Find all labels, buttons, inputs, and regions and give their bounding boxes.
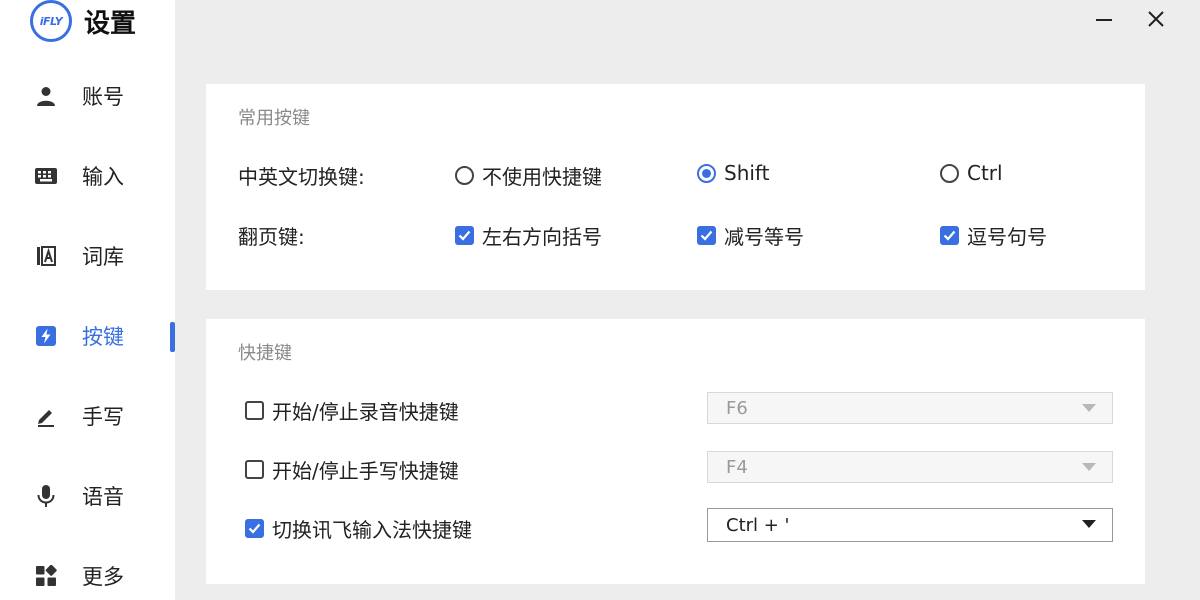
minimize-button[interactable]: [1089, 6, 1119, 36]
checkbox-switch-ime-shortcut[interactable]: 切换讯飞输入法快捷键: [245, 514, 472, 543]
radio-no-shortcut[interactable]: 不使用快捷键: [455, 161, 602, 190]
select-value: F6: [726, 397, 748, 419]
checkbox-box[interactable]: [245, 460, 264, 479]
sidebar-item-label: 词库: [82, 245, 124, 269]
panel-title: 常用按键: [238, 108, 310, 129]
record-shortcut-select[interactable]: F6: [707, 392, 1113, 424]
grid-icon: [34, 564, 58, 588]
option-label: Shift: [724, 161, 770, 185]
sidebar-item-account[interactable]: 账号: [0, 66, 175, 126]
sidebar-item-more[interactable]: 更多: [0, 546, 175, 600]
radio-circle[interactable]: [940, 163, 959, 183]
radio-circle[interactable]: [455, 166, 474, 185]
app-header: iFLY 设置: [30, 0, 136, 42]
sidebar-item-label: 账号: [82, 85, 124, 109]
sidebar-item-input[interactable]: 输入: [0, 146, 175, 206]
sidebar: iFLY 设置 账号 输入 词库 按键 手写 语音 更多: [0, 0, 175, 600]
select-value: Ctrl + ': [726, 514, 790, 536]
chevron-down-icon: [1082, 463, 1096, 471]
option-label: 逗号句号: [967, 225, 1047, 249]
checkbox-brackets[interactable]: 左右方向括号: [455, 221, 602, 250]
option-label: 减号等号: [724, 225, 804, 249]
chevron-down-icon: [1082, 404, 1096, 412]
option-label: 开始/停止录音快捷键: [272, 400, 459, 424]
checkbox-minus-equal[interactable]: 减号等号: [697, 221, 804, 250]
shortcuts-panel: 快捷键 开始/停止录音快捷键 F6 开始/停止手写快捷键 F4 切换讯飞输入法快…: [206, 319, 1145, 584]
option-label: Ctrl: [967, 161, 1003, 185]
checkbox-box[interactable]: [245, 401, 264, 420]
app-logo: iFLY: [30, 0, 72, 42]
option-label: 不使用快捷键: [482, 165, 602, 189]
sidebar-item-label: 按键: [82, 325, 124, 349]
app-title: 设置: [84, 8, 137, 39]
sidebar-item-label: 更多: [82, 565, 124, 589]
keyboard-icon: [34, 164, 58, 188]
sidebar-item-handwriting[interactable]: 手写: [0, 386, 175, 446]
checkbox-box[interactable]: [697, 226, 716, 245]
close-button[interactable]: [1141, 6, 1171, 36]
panel-title: 快捷键: [238, 343, 292, 364]
checkbox-box[interactable]: [940, 226, 959, 245]
switch-ime-shortcut-select[interactable]: Ctrl + ': [707, 508, 1113, 542]
checkbox-record-shortcut[interactable]: 开始/停止录音快捷键: [245, 396, 459, 425]
sidebar-item-label: 输入: [82, 165, 124, 189]
sidebar-item-label: 语音: [82, 485, 124, 509]
option-label: 左右方向括号: [482, 225, 602, 249]
close-icon: [1147, 10, 1165, 32]
chevron-down-icon: [1082, 520, 1096, 528]
dictionary-icon: [34, 244, 58, 268]
switch-key-label: 中英文切换键:: [238, 165, 365, 189]
page-key-label: 翻页键:: [238, 225, 305, 249]
checkbox-box[interactable]: [455, 226, 474, 245]
checkbox-comma-period[interactable]: 逗号句号: [940, 221, 1047, 250]
checkbox-box[interactable]: [245, 519, 264, 538]
option-label: 切换讯飞输入法快捷键: [272, 518, 472, 542]
pen-icon: [34, 404, 58, 428]
minimize-icon: [1095, 10, 1113, 32]
sidebar-item-keys[interactable]: 按键: [0, 306, 175, 366]
sidebar-item-dictionary[interactable]: 词库: [0, 226, 175, 286]
user-icon: [34, 84, 58, 108]
radio-circle[interactable]: [697, 163, 716, 183]
radio-ctrl[interactable]: Ctrl: [940, 161, 1003, 185]
common-keys-panel: 常用按键 中英文切换键: 不使用快捷键 Shift Ctrl 翻页键: 左右方向…: [206, 84, 1145, 290]
lightning-icon: [34, 324, 58, 348]
checkbox-handwrite-shortcut[interactable]: 开始/停止手写快捷键: [245, 455, 459, 484]
radio-shift[interactable]: Shift: [697, 161, 769, 185]
handwrite-shortcut-select[interactable]: F4: [707, 451, 1113, 483]
option-label: 开始/停止手写快捷键: [272, 459, 459, 483]
sidebar-item-label: 手写: [82, 405, 124, 429]
sidebar-item-voice[interactable]: 语音: [0, 466, 175, 526]
microphone-icon: [34, 484, 58, 508]
select-value: F4: [726, 456, 748, 478]
